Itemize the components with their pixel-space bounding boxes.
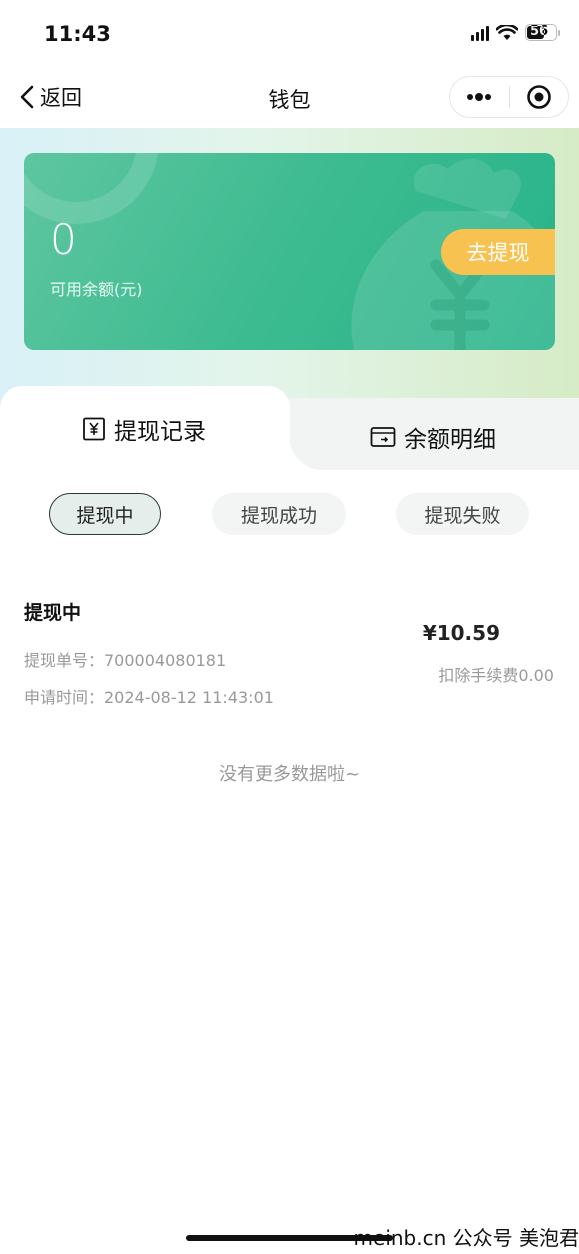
close-mini-program-button[interactable]	[510, 77, 569, 117]
more-dots-icon	[467, 93, 492, 101]
filter-chip-pending[interactable]: 提现中	[49, 493, 161, 535]
mini-program-capsule	[449, 76, 569, 118]
record-amount: ¥10.59	[422, 621, 500, 645]
tab-balance-details[interactable]: 余额明细	[370, 420, 496, 454]
tab-withdraw-records[interactable]: 提现记录	[82, 412, 206, 446]
record-fee: 扣除手续费0.00	[438, 666, 554, 685]
tab-bar: 提现记录 余额明细	[0, 386, 579, 470]
record-apply-time: 申请时间：2024-08-12 11:43:01	[24, 688, 274, 707]
tab-balance-details-label: 余额明细	[404, 427, 496, 453]
nav-bar: 返回 钱包	[0, 70, 579, 128]
balance-card: 0 可用余额(元) 去提现	[24, 153, 555, 350]
content-area	[0, 470, 579, 1254]
filter-chip-success[interactable]: 提现成功	[212, 493, 346, 535]
record-order-no: 提现单号：700004080181	[24, 651, 227, 670]
tab-withdraw-records-label: 提现记录	[114, 419, 206, 445]
wallet-icon	[370, 427, 396, 447]
status-bar: 11:43 56	[0, 0, 579, 70]
wifi-icon	[496, 24, 518, 40]
battery-level: 56	[529, 24, 549, 39]
balance-amount: 0	[50, 215, 77, 264]
watermark: meinb.cn 公众号 美泡君	[353, 1226, 579, 1250]
balance-label: 可用余额(元)	[50, 280, 143, 299]
record-status: 提现中	[24, 602, 82, 624]
filter-chip-failed[interactable]: 提现失败	[396, 493, 529, 535]
withdraw-button[interactable]: 去提现	[441, 229, 555, 275]
more-button[interactable]	[450, 77, 509, 117]
target-icon	[526, 85, 551, 109]
list-end-text: 没有更多数据啦~	[218, 764, 361, 785]
yen-receipt-icon	[83, 417, 105, 441]
status-time: 11:43	[44, 22, 111, 46]
battery-icon: 56	[525, 24, 560, 41]
signal-icon	[471, 25, 489, 41]
status-icons: 56	[471, 24, 560, 41]
